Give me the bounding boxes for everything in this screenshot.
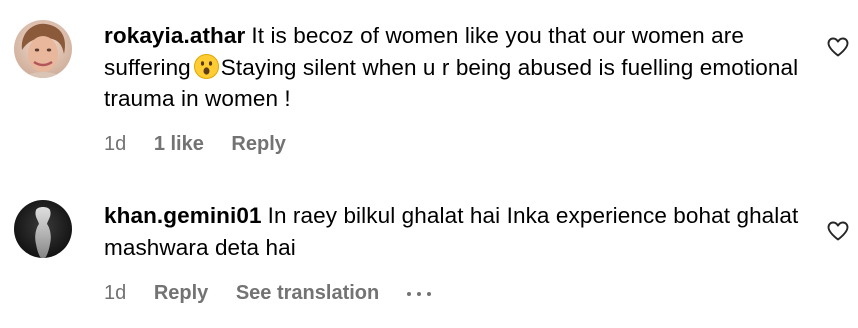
reply-button[interactable]: Reply [154,281,208,305]
comment-item: khan.gemini01 In raey bilkul ghalat hai I… [0,180,858,328]
comment-time: 1d [104,281,127,304]
more-options-icon[interactable] [406,281,435,305]
comment-item: rokayia.athar It is becoz of women like y… [0,0,858,165]
comment-body: rokayia.athar It is becoz of women like y… [104,20,804,115]
hushed-face-emoji-icon [193,53,219,79]
comment-meta: 1d Reply See translation [104,280,435,305]
comment-time: 1d [104,132,127,155]
see-translation-button[interactable]: See translation [236,281,379,305]
comment-meta: 1d 1 like Reply [104,131,286,156]
comment-username[interactable]: rokayia.athar [104,23,245,48]
comment-username[interactable]: khan.gemini01 [104,203,262,228]
comment-likes-count[interactable]: 1 like [154,132,204,156]
comment-body: khan.gemini01 In raey bilkul ghalat hai I… [104,200,804,263]
heart-outline-icon[interactable] [826,35,850,59]
heart-outline-icon[interactable] [826,219,850,243]
reply-button[interactable]: Reply [231,132,285,156]
avatar[interactable] [14,200,72,258]
avatar[interactable] [14,20,72,78]
